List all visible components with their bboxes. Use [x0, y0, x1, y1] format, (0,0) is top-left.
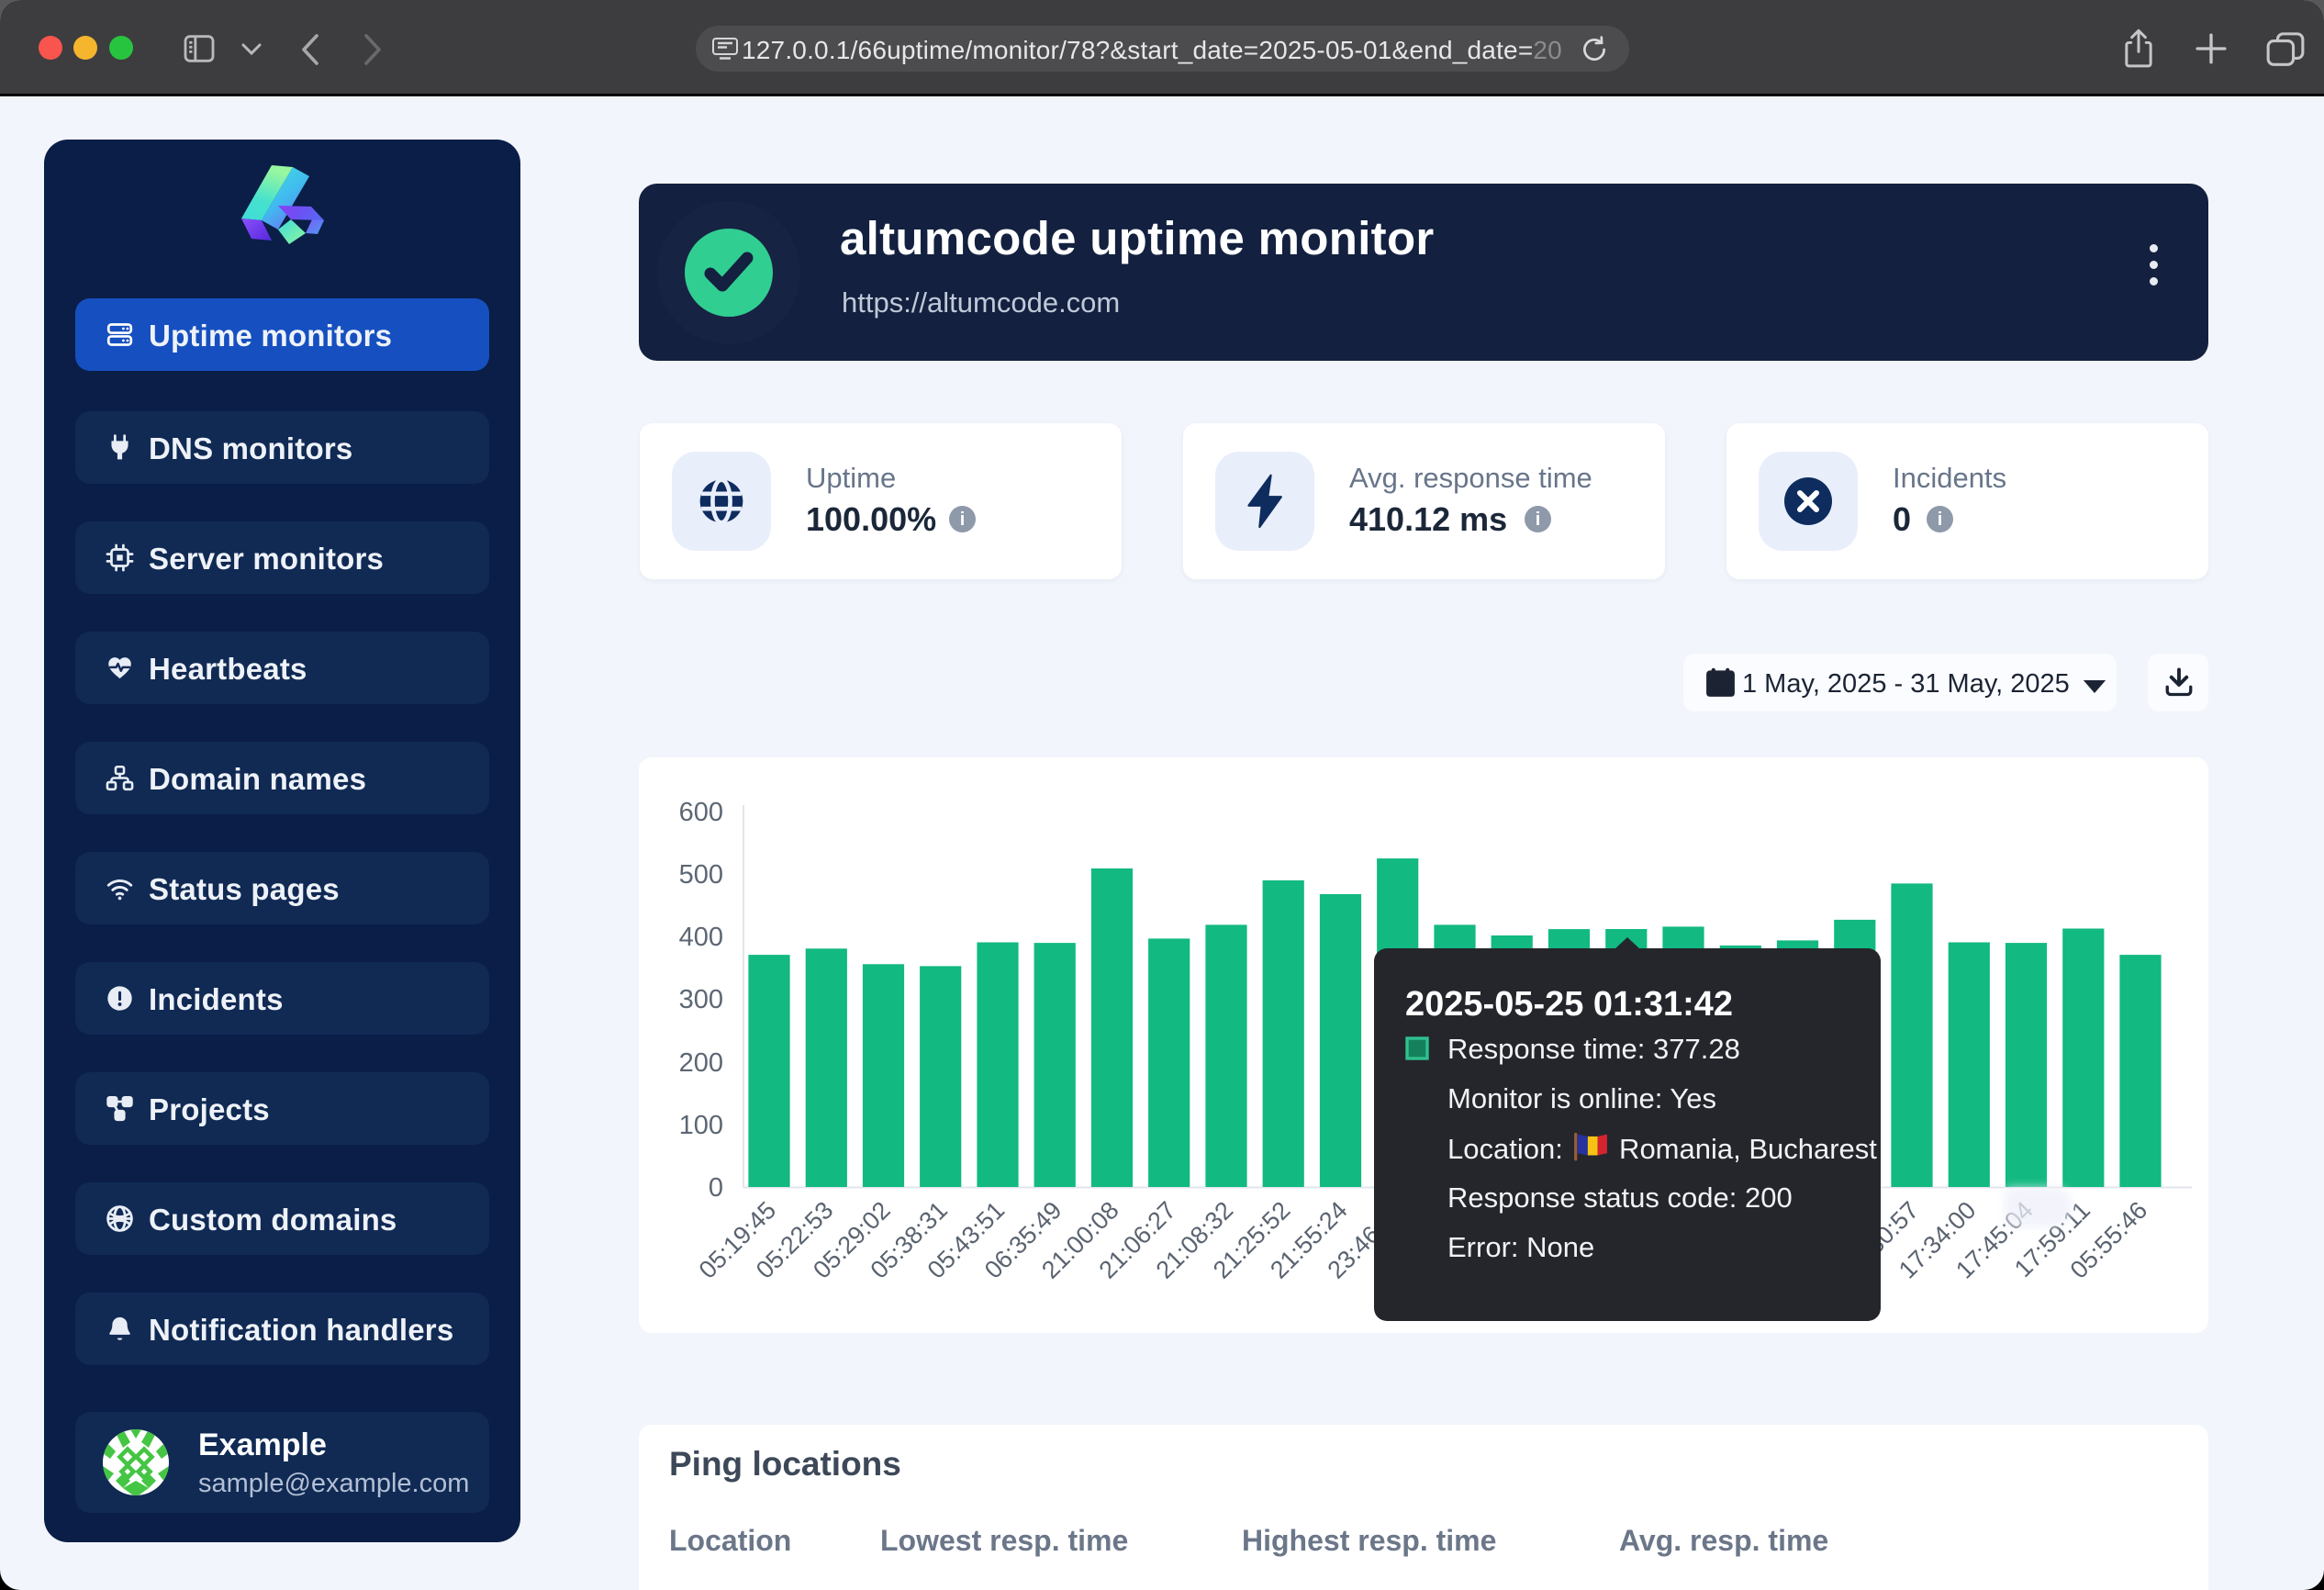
svg-text:100: 100 — [679, 1111, 723, 1140]
svg-text:300: 300 — [679, 985, 723, 1014]
svg-text:0: 0 — [709, 1173, 723, 1203]
svg-text:400: 400 — [679, 923, 723, 952]
svg-text:500: 500 — [679, 860, 723, 890]
svg-text:600: 600 — [679, 798, 723, 827]
svg-text:200: 200 — [679, 1048, 723, 1078]
